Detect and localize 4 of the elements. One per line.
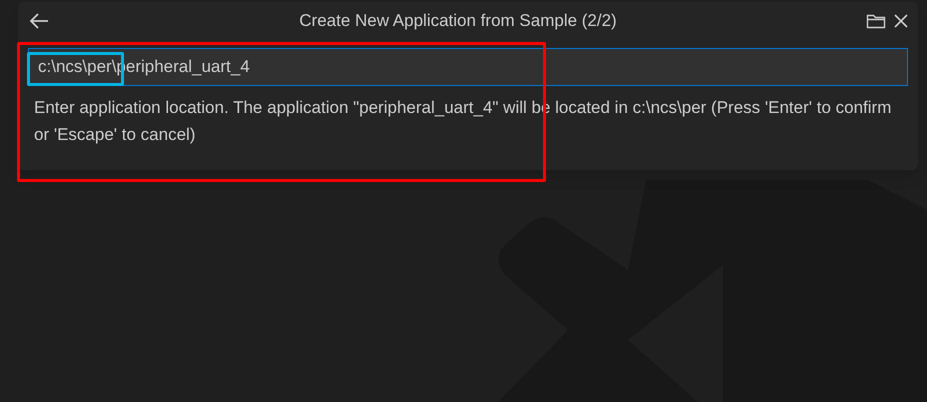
- close-icon[interactable]: [894, 14, 908, 28]
- back-arrow-icon[interactable]: [28, 12, 50, 30]
- dialog-title: Create New Application from Sample (2/2): [298, 10, 618, 32]
- folder-icon[interactable]: [866, 12, 886, 30]
